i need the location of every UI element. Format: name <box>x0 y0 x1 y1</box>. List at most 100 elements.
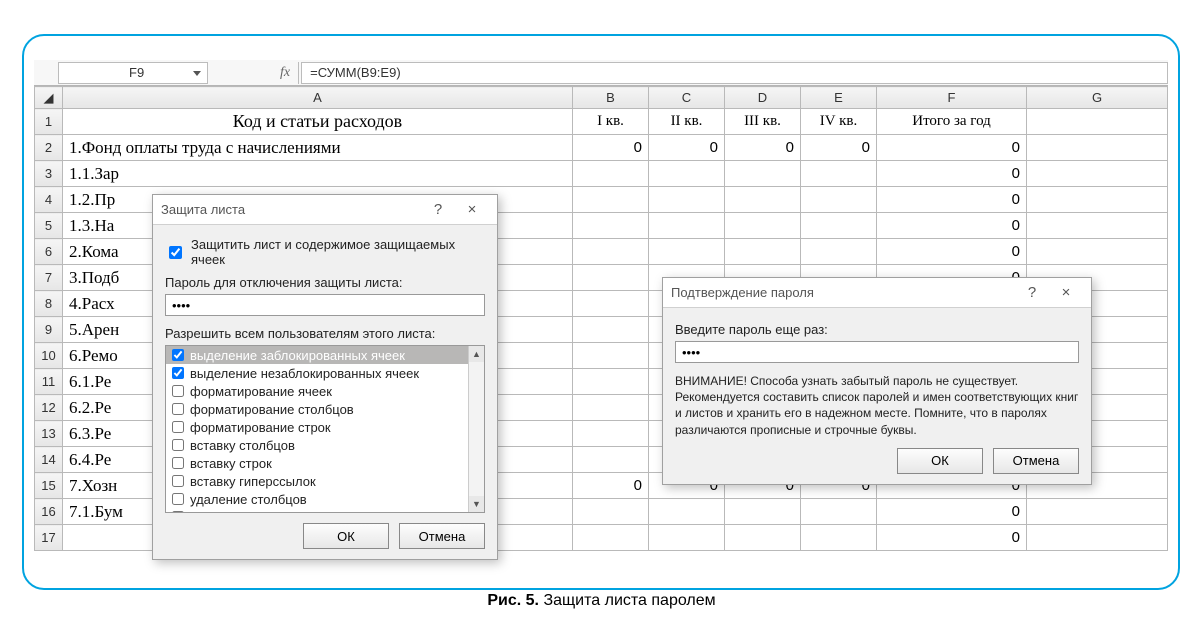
cell[interactable] <box>573 187 649 213</box>
col-header-C[interactable]: C <box>649 87 725 109</box>
permissions-item-checkbox[interactable] <box>172 367 184 379</box>
permissions-item[interactable]: вставку столбцов <box>166 436 484 454</box>
cell[interactable] <box>573 265 649 291</box>
protect-sheet-check-input[interactable] <box>169 246 182 259</box>
cell[interactable]: 0 <box>877 187 1027 213</box>
cell[interactable] <box>649 525 725 551</box>
close-icon[interactable]: × <box>455 201 489 218</box>
cell[interactable] <box>1027 135 1168 161</box>
cell[interactable] <box>1027 161 1168 187</box>
cell[interactable]: Итого за год <box>877 109 1027 135</box>
permissions-item-checkbox[interactable] <box>172 439 184 451</box>
cell[interactable] <box>1027 239 1168 265</box>
permissions-item-checkbox[interactable] <box>172 475 184 487</box>
cell[interactable]: 0 <box>877 239 1027 265</box>
permissions-item-checkbox[interactable] <box>172 421 184 433</box>
cell[interactable]: IV кв. <box>801 109 877 135</box>
cell[interactable] <box>573 395 649 421</box>
permissions-item[interactable]: вставку гиперссылок <box>166 472 484 490</box>
cell[interactable] <box>573 343 649 369</box>
cell[interactable] <box>801 161 877 187</box>
col-header-F[interactable]: F <box>877 87 1027 109</box>
confirm-password-input[interactable] <box>675 341 1079 363</box>
cell[interactable]: 0 <box>573 135 649 161</box>
cell[interactable] <box>725 525 801 551</box>
cell[interactable] <box>1027 525 1168 551</box>
row-header[interactable]: 14 <box>35 447 63 473</box>
permissions-listbox[interactable]: выделение заблокированных ячееквыделение… <box>165 345 485 513</box>
cell[interactable] <box>1027 187 1168 213</box>
row-header[interactable]: 5 <box>35 213 63 239</box>
col-header-G[interactable]: G <box>1027 87 1168 109</box>
cell[interactable] <box>725 213 801 239</box>
row-header[interactable]: 9 <box>35 317 63 343</box>
col-header-E[interactable]: E <box>801 87 877 109</box>
permissions-item[interactable]: вставку строк <box>166 454 484 472</box>
cell[interactable] <box>1027 213 1168 239</box>
cell[interactable] <box>649 239 725 265</box>
password-input[interactable] <box>165 294 485 316</box>
row-header[interactable]: 3 <box>35 161 63 187</box>
cell[interactable] <box>801 499 877 525</box>
permissions-item[interactable]: форматирование столбцов <box>166 400 484 418</box>
cell[interactable] <box>1027 499 1168 525</box>
cell[interactable]: 0 <box>877 525 1027 551</box>
permissions-item[interactable]: форматирование ячеек <box>166 382 484 400</box>
cell[interactable] <box>573 499 649 525</box>
cell[interactable] <box>649 499 725 525</box>
row-header[interactable]: 2 <box>35 135 63 161</box>
cell[interactable]: 0 <box>877 161 1027 187</box>
cell[interactable] <box>1027 109 1168 135</box>
dialog-help-icon[interactable]: ? <box>1015 284 1049 301</box>
cell[interactable] <box>573 213 649 239</box>
cell[interactable]: 0 <box>801 135 877 161</box>
permissions-item[interactable]: выделение заблокированных ячеек <box>166 346 484 364</box>
cell[interactable]: II кв. <box>649 109 725 135</box>
cell[interactable]: 0 <box>877 499 1027 525</box>
protect-cancel-button[interactable]: Отмена <box>399 523 485 549</box>
cell[interactable]: 0 <box>573 473 649 499</box>
cell[interactable] <box>725 161 801 187</box>
cell[interactable] <box>725 187 801 213</box>
row-header[interactable]: 15 <box>35 473 63 499</box>
cell[interactable] <box>801 187 877 213</box>
cell[interactable] <box>573 369 649 395</box>
protect-sheet-checkbox[interactable]: Защитить лист и содержимое защищаемых яч… <box>165 237 485 267</box>
cell[interactable]: 0 <box>649 135 725 161</box>
cell[interactable] <box>649 213 725 239</box>
cell[interactable]: 0 <box>877 213 1027 239</box>
cell[interactable] <box>573 317 649 343</box>
row-header[interactable]: 12 <box>35 395 63 421</box>
name-box[interactable]: F9 <box>58 62 208 84</box>
scroll-up-icon[interactable]: ▲ <box>469 346 484 362</box>
cell[interactable] <box>573 239 649 265</box>
cell[interactable] <box>573 421 649 447</box>
cell[interactable] <box>573 525 649 551</box>
row-header[interactable]: 1 <box>35 109 63 135</box>
permissions-scrollbar[interactable]: ▲ ▼ <box>468 346 484 512</box>
row-header[interactable]: 6 <box>35 239 63 265</box>
row-header[interactable]: 17 <box>35 525 63 551</box>
cell[interactable]: I кв. <box>573 109 649 135</box>
permissions-item-checkbox[interactable] <box>172 493 184 505</box>
cell[interactable]: 0 <box>877 135 1027 161</box>
cell[interactable] <box>801 239 877 265</box>
cell[interactable] <box>725 239 801 265</box>
cell[interactable]: 0 <box>725 135 801 161</box>
permissions-item-checkbox[interactable] <box>172 511 184 513</box>
formula-input[interactable]: =СУММ(B9:E9) <box>301 62 1168 84</box>
cell[interactable]: 1.1.Зар <box>63 161 573 187</box>
select-all-corner[interactable]: ◢ <box>35 87 63 109</box>
dialog-titlebar[interactable]: Подтверждение пароля ? × <box>663 278 1091 308</box>
cell[interactable]: III кв. <box>725 109 801 135</box>
row-header[interactable]: 13 <box>35 421 63 447</box>
cell[interactable] <box>573 161 649 187</box>
confirm-ok-button[interactable]: ОК <box>897 448 983 474</box>
col-header-B[interactable]: B <box>573 87 649 109</box>
cell[interactable] <box>649 161 725 187</box>
cell[interactable] <box>573 291 649 317</box>
cell[interactable] <box>649 187 725 213</box>
dialog-help-icon[interactable]: ? <box>421 201 455 218</box>
row-header[interactable]: 4 <box>35 187 63 213</box>
scroll-down-icon[interactable]: ▼ <box>469 496 484 512</box>
